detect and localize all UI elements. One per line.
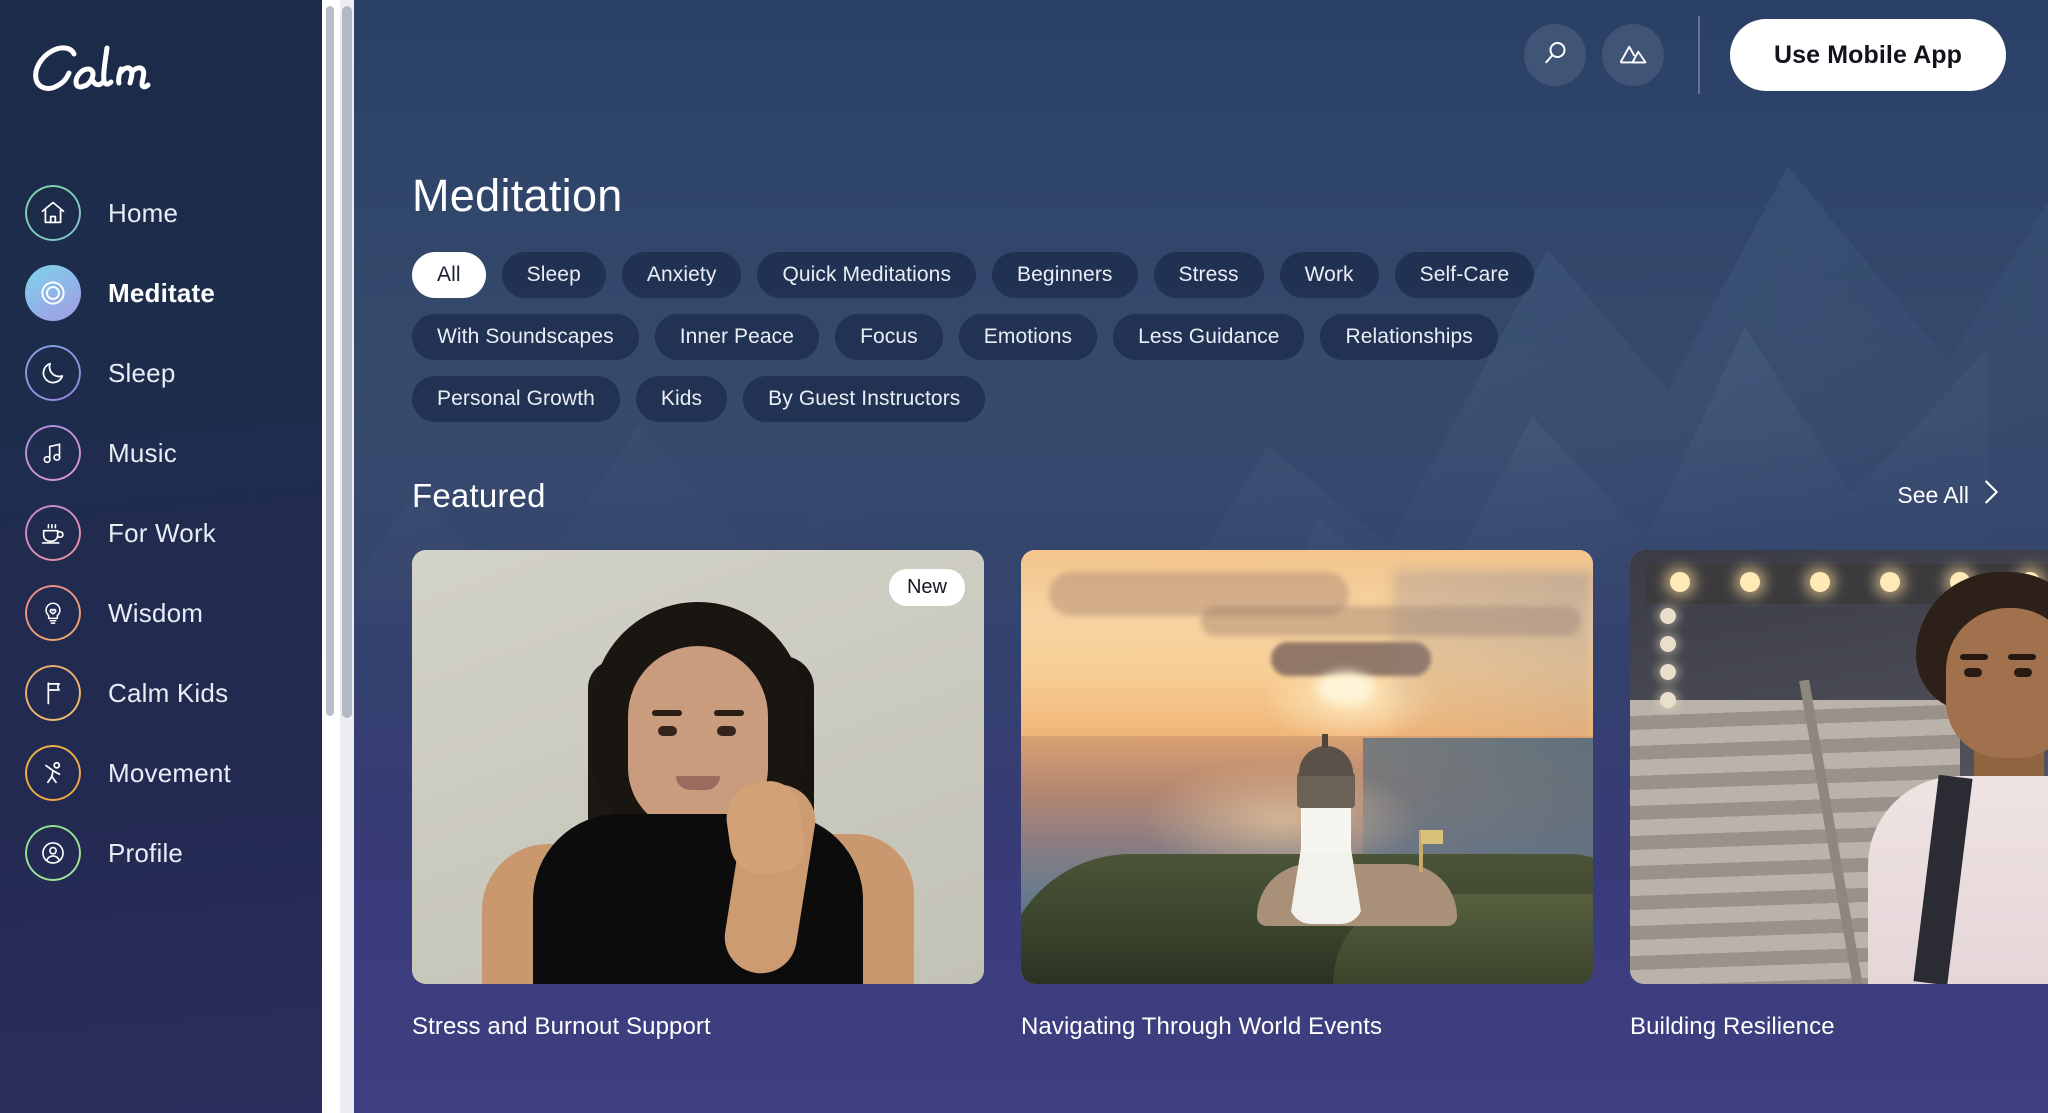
filter-chip-work[interactable]: Work <box>1279 252 1379 298</box>
stretch-icon <box>25 745 81 801</box>
header-divider <box>1698 16 1701 94</box>
home-icon <box>25 185 81 241</box>
featured-card-list: New Stress and Burnout Support Navigatin… <box>412 550 2048 1041</box>
filter-chip-personal-growth[interactable]: Personal Growth <box>412 376 620 422</box>
filter-chip-row: With Soundscapes Inner Peace Focus Emoti… <box>412 314 2048 360</box>
card-title: Building Resilience <box>1630 1013 1835 1040</box>
card-title: Navigating Through World Events <box>1021 1013 1383 1040</box>
sidebar-item-meditate[interactable]: Meditate <box>0 253 340 333</box>
sidebar-item-sleep[interactable]: Sleep <box>0 333 340 413</box>
featured-card[interactable]: New Stress and Burnout Support <box>412 550 984 1041</box>
card-image-portrait-woman-beige <box>412 550 984 984</box>
sidebar-item-for-work[interactable]: For Work <box>0 493 340 573</box>
meditation-page: Meditation All Sleep Anxiety Quick Medit… <box>340 170 2048 1041</box>
main-content: Use Mobile App Meditation All Sleep Anxi… <box>340 0 2048 1113</box>
filter-chip-stress[interactable]: Stress <box>1153 252 1264 298</box>
sidebar-item-home[interactable]: Home <box>0 173 340 253</box>
filter-chip-emotions[interactable]: Emotions <box>958 314 1098 360</box>
filter-chip-inner-peace[interactable]: Inner Peace <box>654 314 820 360</box>
featured-title: Featured <box>412 477 546 514</box>
new-badge: New <box>888 569 965 606</box>
sidebar-scrollbar-thumb[interactable] <box>326 6 334 716</box>
lightbulb-icon <box>25 585 81 641</box>
filter-chip-row: Personal Growth Kids By Guest Instructor… <box>412 376 2048 422</box>
sidebar-item-label: Movement <box>108 757 231 788</box>
card-title: Stress and Burnout Support <box>412 1013 711 1040</box>
sidebar-nav: Home Meditate Sleep Music For Work Wisdo… <box>0 173 340 893</box>
filter-chip-kids[interactable]: Kids <box>635 376 728 422</box>
coffee-cup-icon <box>25 505 81 561</box>
sidebar-item-music[interactable]: Music <box>0 413 340 493</box>
filter-chip-sleep[interactable]: Sleep <box>501 252 606 298</box>
featured-card[interactable]: Building Resilience <box>1630 550 2048 1041</box>
filter-chip-row: All Sleep Anxiety Quick Meditations Begi… <box>412 252 2048 298</box>
sidebar-item-wisdom[interactable]: Wisdom <box>0 573 340 653</box>
filter-chip-less-guidance[interactable]: Less Guidance <box>1113 314 1305 360</box>
top-header-bar: Use Mobile App <box>340 0 2048 110</box>
calm-logo[interactable] <box>28 38 188 108</box>
music-note-icon <box>25 425 81 481</box>
search-button[interactable] <box>1524 24 1587 86</box>
flag-icon <box>25 665 81 721</box>
sidebar-item-calm-kids[interactable]: Calm Kids <box>0 653 340 733</box>
page-title: Meditation <box>412 170 623 221</box>
sidebar-item-profile[interactable]: Profile <box>0 813 340 893</box>
search-icon <box>1540 38 1570 73</box>
sidebar-item-label: Music <box>108 437 177 468</box>
sidebar-item-label: For Work <box>108 517 217 548</box>
sidebar-item-label: Sleep <box>108 357 176 388</box>
featured-card[interactable]: Navigating Through World Events <box>1021 550 1593 1041</box>
see-all-label: See All <box>1897 481 1969 508</box>
moon-icon <box>25 345 81 401</box>
sidebar-item-label: Meditate <box>108 277 216 308</box>
sidebar-item-movement[interactable]: Movement <box>0 733 340 813</box>
use-mobile-app-button[interactable]: Use Mobile App <box>1730 19 2006 91</box>
calm-app-window: Home Meditate Sleep Music For Work Wisdo… <box>0 0 2048 1113</box>
chevron-right-icon <box>1983 479 2000 511</box>
see-all-button[interactable]: See All <box>1897 479 2000 515</box>
main-scrollbar-thumb[interactable] <box>342 6 352 718</box>
sidebar-item-label: Home <box>108 197 179 228</box>
mountain-scenes-icon <box>1618 38 1648 73</box>
filter-chip-quick-meditations[interactable]: Quick Meditations <box>757 252 977 298</box>
scenes-button[interactable] <box>1602 24 1665 86</box>
meditate-icon <box>25 265 81 321</box>
filter-chip-all[interactable]: All <box>412 252 486 298</box>
person-icon <box>25 825 81 881</box>
sidebar-item-label: Wisdom <box>108 597 204 628</box>
filter-chip-beginners[interactable]: Beginners <box>992 252 1138 298</box>
filter-chips: All Sleep Anxiety Quick Meditations Begi… <box>412 252 2048 422</box>
filter-chip-self-care[interactable]: Self-Care <box>1394 252 1535 298</box>
card-image-lighthouse-sunset-ocean <box>1021 550 1593 984</box>
featured-section-header: Featured See All <box>412 477 2048 515</box>
sidebar: Home Meditate Sleep Music For Work Wisdo… <box>0 0 340 1113</box>
sidebar-item-label: Calm Kids <box>108 677 229 708</box>
filter-chip-relationships[interactable]: Relationships <box>1320 314 1498 360</box>
card-image-young-man-on-stairs <box>1630 550 2048 984</box>
filter-chip-anxiety[interactable]: Anxiety <box>621 252 742 298</box>
filter-chip-with-soundscapes[interactable]: With Soundscapes <box>412 314 639 360</box>
filter-chip-focus[interactable]: Focus <box>835 314 943 360</box>
sidebar-item-label: Profile <box>108 837 184 868</box>
filter-chip-by-guest-instructors[interactable]: By Guest Instructors <box>743 376 986 422</box>
